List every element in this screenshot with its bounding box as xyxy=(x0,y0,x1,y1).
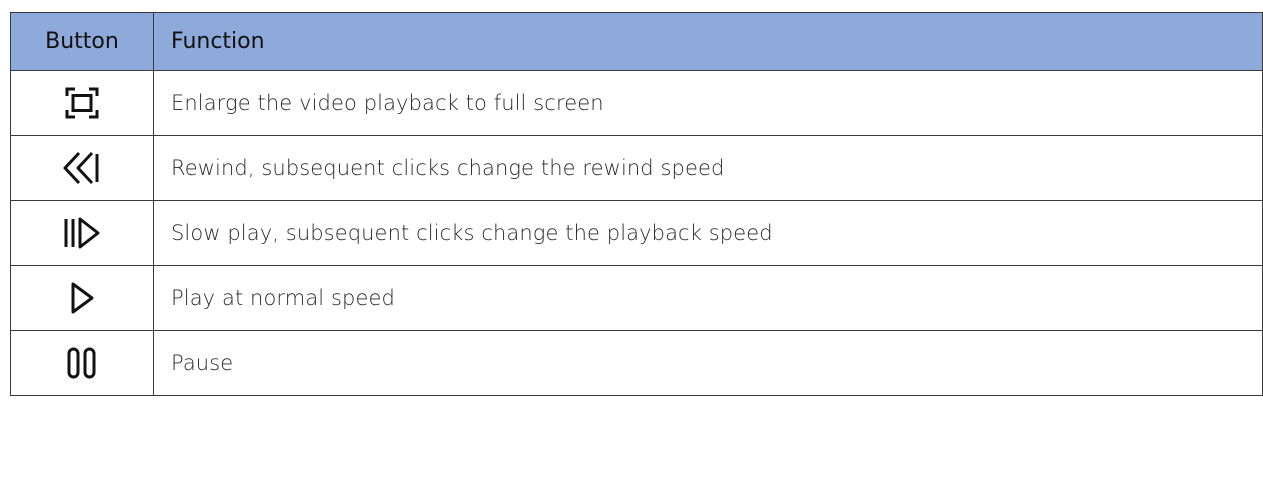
table-row: Pause xyxy=(10,330,1263,396)
table-row: Slow play, subsequent clicks change the … xyxy=(10,200,1263,266)
table-row: Play at normal speed xyxy=(10,265,1263,331)
play-icon xyxy=(67,280,97,316)
table-header-row: Button Function xyxy=(10,12,1263,71)
rewind-icon xyxy=(62,150,102,186)
icon-cell xyxy=(10,135,154,201)
icon-cell xyxy=(10,330,154,396)
function-text: Enlarge the video playback to full scree… xyxy=(153,70,1263,136)
table-row: Rewind, subsequent clicks change the rew… xyxy=(10,135,1263,201)
slow-play-icon xyxy=(62,215,102,251)
button-function-table: Button Function Enlarge the video playba… xyxy=(10,12,1263,396)
header-function: Function xyxy=(153,12,1263,71)
function-text: Rewind, subsequent clicks change the rew… xyxy=(153,135,1263,201)
icon-cell xyxy=(10,265,154,331)
header-button: Button xyxy=(10,12,154,71)
pause-icon xyxy=(66,345,98,381)
function-text: Play at normal speed xyxy=(153,265,1263,331)
function-text: Slow play, subsequent clicks change the … xyxy=(153,200,1263,266)
icon-cell xyxy=(10,200,154,266)
function-text: Pause xyxy=(153,330,1263,396)
table-row: Enlarge the video playback to full scree… xyxy=(10,70,1263,136)
fullscreen-icon xyxy=(64,85,100,121)
icon-cell xyxy=(10,70,154,136)
